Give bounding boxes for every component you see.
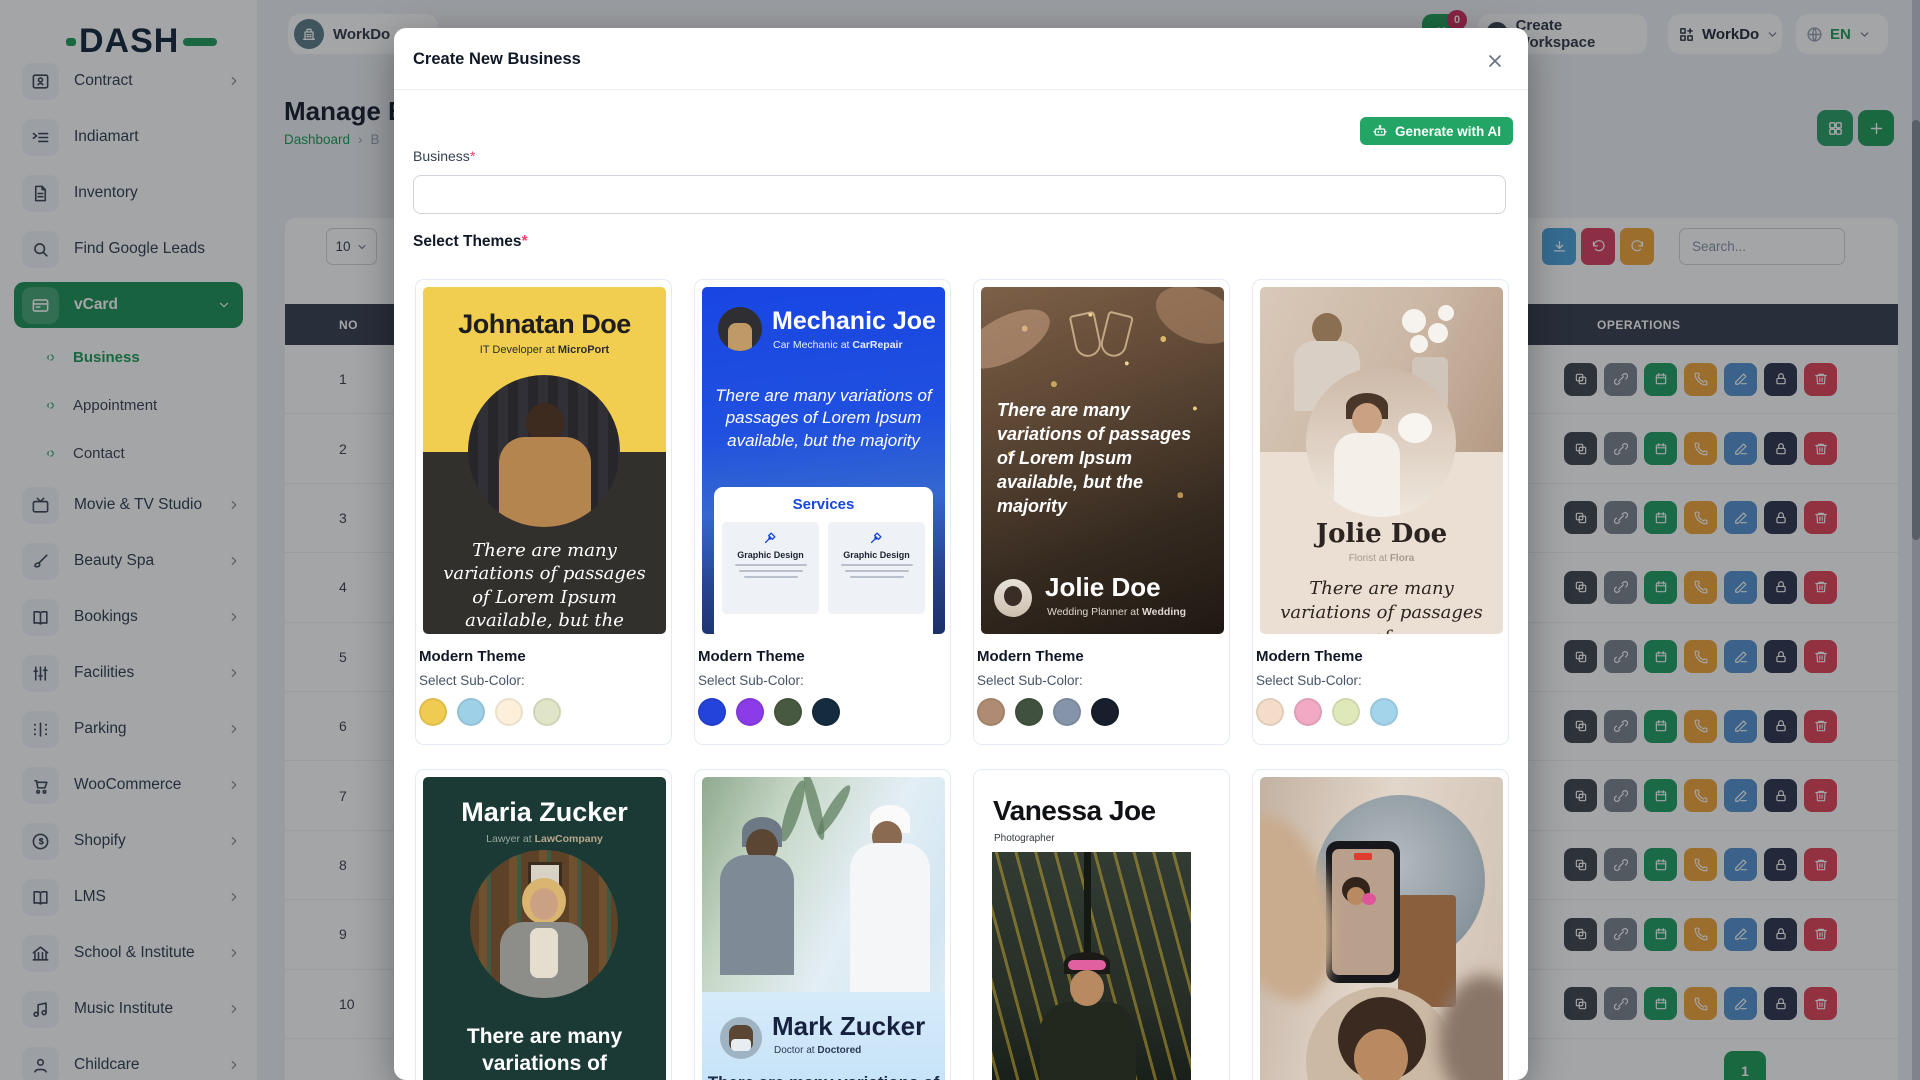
color-swatch[interactable] [1015, 698, 1043, 726]
color-swatch[interactable] [1294, 698, 1322, 726]
business-name-input[interactable] [413, 175, 1506, 214]
color-swatch[interactable] [533, 698, 561, 726]
subcolor-swatches [977, 698, 1119, 726]
theme-card-modern-lawyer[interactable]: Maria Zucker Lawyer at LawCompany There … [415, 769, 672, 1080]
theme-card-modern-florist[interactable]: Jolie Doe Florist at Flora There are man… [1252, 279, 1509, 745]
color-swatch[interactable] [977, 698, 1005, 726]
generate-with-ai-button[interactable]: Generate with AI [1360, 117, 1513, 145]
color-swatch[interactable] [812, 698, 840, 726]
create-business-modal: Create New Business Generate with AI Bus… [394, 28, 1528, 1080]
portrait-photo [992, 852, 1191, 1080]
color-swatch[interactable] [419, 698, 447, 726]
color-swatch[interactable] [1091, 698, 1119, 726]
color-swatch[interactable] [457, 698, 485, 726]
color-swatch[interactable] [1332, 698, 1360, 726]
subcolor-swatches [698, 698, 840, 726]
app-root: DASH Contract Indiamart Inventory Find G… [0, 0, 1920, 1080]
theme-preview: There are many variations of passages of… [981, 287, 1224, 634]
subcolor-swatches [419, 698, 561, 726]
profile-photo [720, 1017, 762, 1059]
subcolor-swatches [1256, 698, 1398, 726]
theme-card-modern-wedding[interactable]: There are many variations of passages of… [973, 279, 1230, 745]
profile-photo [994, 579, 1032, 617]
color-swatch[interactable] [774, 698, 802, 726]
theme-card-modern-photographer[interactable]: Vanessa Joe Photographer [973, 769, 1230, 1080]
modal-title: Create New Business [413, 50, 581, 69]
color-swatch[interactable] [1370, 698, 1398, 726]
theme-card-modern-blue[interactable]: Mechanic Joe Car Mechanic at CarRepair T… [694, 279, 951, 745]
profile-photo [470, 850, 618, 998]
service-box: Graphic Design [828, 522, 925, 614]
theme-preview: Jolie Doe Florist at Flora There are man… [1260, 287, 1503, 634]
select-themes-label: Select Themes* [413, 233, 528, 251]
business-field-label: Business* [413, 148, 475, 164]
color-swatch[interactable] [1256, 698, 1284, 726]
color-swatch[interactable] [1053, 698, 1081, 726]
theme-preview [1260, 777, 1503, 1080]
profile-photo [718, 307, 762, 351]
service-box: Graphic Design [722, 522, 819, 614]
modal-header: Create New Business [394, 28, 1528, 90]
profile-photo [1306, 367, 1456, 517]
robot-icon [1372, 123, 1388, 139]
profile-photo [468, 375, 620, 527]
color-swatch[interactable] [495, 698, 523, 726]
color-swatch[interactable] [698, 698, 726, 726]
theme-preview: Maria Zucker Lawyer at LawCompany There … [423, 777, 666, 1080]
theme-card-modern-yellow[interactable]: Johnatan Doe IT Developer at MicroPort T… [415, 279, 672, 745]
theme-card-modern-influencer[interactable] [1252, 769, 1509, 1080]
theme-preview: Mark Zucker Doctor at Doctored There are… [702, 777, 945, 1080]
theme-preview: Vanessa Joe Photographer [981, 777, 1224, 1080]
close-icon[interactable] [1482, 48, 1508, 74]
theme-card-modern-doctor[interactable]: Mark Zucker Doctor at Doctored There are… [694, 769, 951, 1080]
theme-preview: Johnatan Doe IT Developer at MicroPort T… [423, 287, 666, 634]
color-swatch[interactable] [736, 698, 764, 726]
theme-preview: Mechanic Joe Car Mechanic at CarRepair T… [702, 287, 945, 634]
